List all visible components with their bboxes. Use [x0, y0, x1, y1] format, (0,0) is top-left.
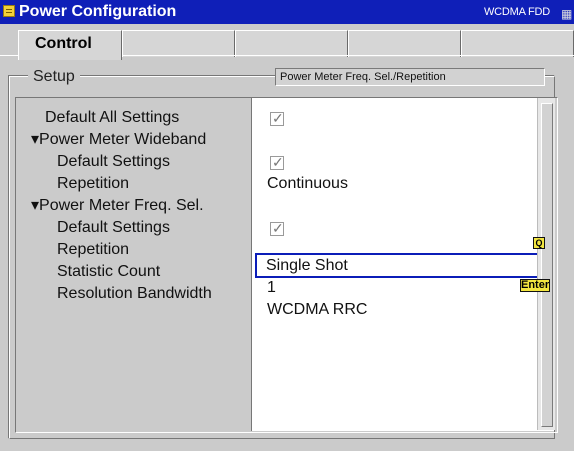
settings-labels: Default All Settings ▾Power Meter Wideba… — [31, 98, 251, 431]
statistic-count-value[interactable]: 1 — [267, 277, 276, 299]
corner-icon[interactable]: ▦ — [561, 8, 573, 20]
tab-4[interactable] — [348, 30, 461, 57]
row-statistic-count[interactable]: Statistic Count — [57, 261, 277, 283]
section-power-meter-wideband[interactable]: ▾Power Meter Wideband — [31, 129, 251, 151]
scroll-thumb[interactable] — [541, 103, 553, 427]
values-pane: Continuous Single Shot 1 WCDMA RRC — [251, 97, 555, 431]
row-wideband-default-settings[interactable]: Default Settings — [57, 151, 277, 173]
title-bar: Power Configuration WCDMA FDD ▦ — [0, 0, 574, 24]
row-default-all-settings[interactable]: Default All Settings — [45, 107, 265, 129]
window-title: Power Configuration — [19, 3, 177, 20]
setup-label: Setup — [28, 67, 80, 87]
enter-marker[interactable]: Enter — [520, 279, 550, 292]
freq-repetition-value[interactable]: Single Shot — [266, 255, 348, 276]
tab-5[interactable] — [461, 30, 574, 57]
q-marker-icon[interactable]: Q — [533, 237, 545, 249]
tab-2[interactable] — [122, 30, 235, 57]
freq-repetition-selected-field[interactable]: Single Shot — [255, 253, 540, 278]
default-all-settings-checkbox[interactable] — [270, 110, 284, 126]
tab-bar: Control — [0, 24, 574, 60]
freq-default-settings-checkbox[interactable] — [270, 220, 284, 236]
row-resolution-bandwidth[interactable]: Resolution Bandwidth — [57, 283, 277, 305]
row-freq-repetition[interactable]: Repetition — [57, 239, 277, 261]
tab-control[interactable]: Control — [18, 30, 122, 60]
wideband-repetition-value[interactable]: Continuous — [267, 173, 348, 195]
resolution-bandwidth-value[interactable]: WCDMA RRC — [267, 299, 367, 321]
row-freq-default-settings[interactable]: Default Settings — [57, 217, 277, 239]
wideband-default-settings-checkbox[interactable] — [270, 154, 284, 170]
row-wideband-repetition[interactable]: Repetition — [57, 173, 277, 195]
tab-3[interactable] — [235, 30, 348, 57]
setup-field: Power Meter Freq. Sel./Repetition — [275, 68, 545, 86]
mode-label: WCDMA FDD — [483, 6, 550, 18]
section-power-meter-freq-sel[interactable]: ▾Power Meter Freq. Sel. — [31, 195, 251, 217]
menu-icon[interactable] — [3, 5, 15, 17]
